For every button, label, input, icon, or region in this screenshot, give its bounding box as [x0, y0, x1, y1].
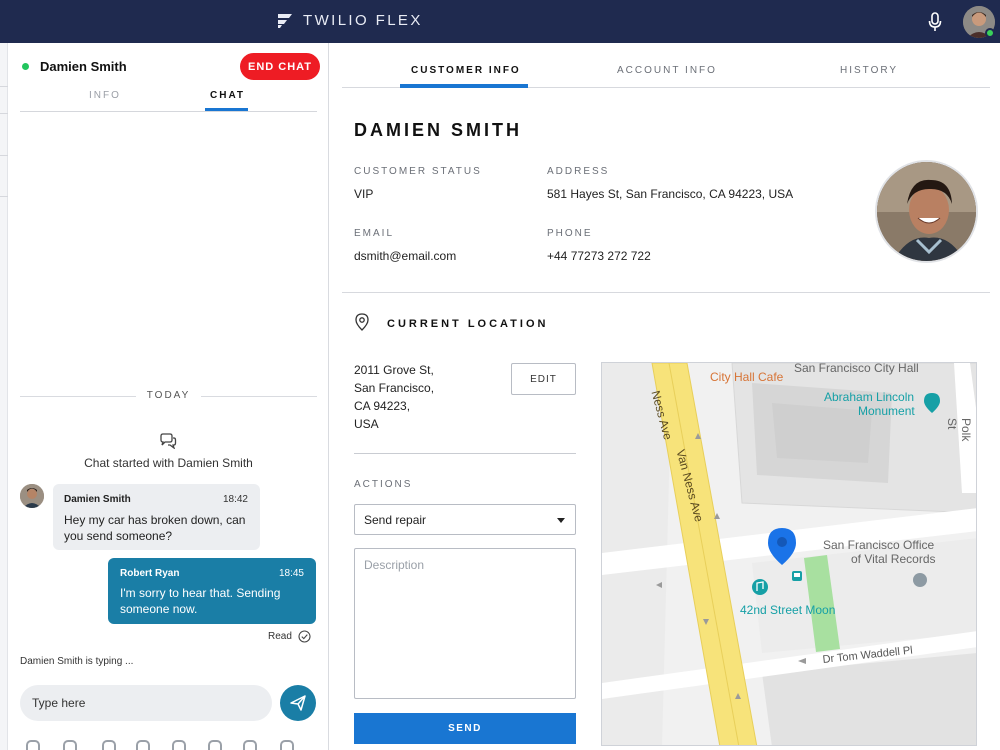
phone-value: +44 77273 272 722: [547, 249, 651, 263]
read-receipt-label: Read: [268, 631, 292, 642]
brand-name: TWILIO FLEX: [303, 12, 423, 29]
top-bar: TWILIO FLEX: [0, 0, 1000, 43]
section-divider: [354, 453, 576, 454]
online-status-dot: [22, 63, 29, 70]
list-icon[interactable]: [208, 740, 222, 750]
send-button[interactable]: SEND: [354, 713, 576, 744]
microphone-icon[interactable]: [927, 12, 943, 32]
chat-subtabs: INFO CHAT: [20, 88, 317, 112]
image-icon[interactable]: [26, 740, 40, 750]
mention-icon[interactable]: [172, 740, 186, 750]
chat-customer-name: Damien Smith: [40, 59, 127, 74]
address-line: 2011 Grove St,: [354, 363, 434, 377]
chat-header: Damien Smith END CHAT INFO CHAT: [8, 43, 329, 113]
typing-indicator: Damien Smith is typing ...: [20, 656, 134, 667]
address-value: 581 Hayes St, San Francisco, CA 94223, U…: [547, 187, 794, 201]
map-label-city-hall-cafe: City Hall Cafe: [710, 370, 784, 384]
email-value: dsmith@email.com: [354, 249, 457, 263]
tab-info[interactable]: INFO: [89, 90, 121, 101]
location-map[interactable]: City Hall Cafe San Francisco City Hall A…: [601, 362, 977, 746]
customer-photo: [875, 160, 978, 263]
location-pin-icon: [355, 313, 369, 331]
heart-icon[interactable]: [243, 740, 257, 750]
tab-account-info[interactable]: ACCOUNT INFO: [617, 65, 717, 76]
tab-history[interactable]: HISTORY: [840, 65, 898, 76]
edit-location-button[interactable]: EDIT: [511, 363, 576, 395]
message-time: 18:45: [278, 568, 304, 579]
file-icon[interactable]: [63, 740, 77, 750]
active-tab-indicator: [205, 108, 248, 111]
end-chat-button[interactable]: END CHAT: [240, 53, 320, 80]
address-line: USA: [354, 417, 379, 431]
message-author: Robert Ryan: [120, 568, 180, 579]
map-label-moon: 42nd Street Moon: [740, 603, 836, 617]
chat-started-text: Chat started with Damien Smith: [84, 456, 253, 470]
tab-customer-info[interactable]: CUSTOMER INFO: [411, 65, 521, 76]
address-label: ADDRESS: [547, 166, 610, 177]
address-line: CA 94223,: [354, 399, 411, 413]
customer-name-heading: DAMIEN SMITH: [354, 120, 522, 140]
read-check-icon: [298, 630, 311, 643]
chat-panel: Damien Smith END CHAT INFO CHAT TODAY Ch…: [8, 43, 329, 750]
chat-message-input[interactable]: Type here: [20, 685, 272, 721]
brand: TWILIO FLEX: [276, 12, 423, 29]
agent-status-dot: [985, 28, 995, 38]
map-label-polk: Polk St: [945, 418, 973, 442]
customer-status-label: CUSTOMER STATUS: [354, 166, 482, 177]
phone-label: PHONE: [547, 228, 593, 239]
message-text: I'm sorry to hear that. Sending someone …: [120, 586, 281, 616]
chevron-down-icon: [557, 518, 565, 523]
description-textarea[interactable]: Description: [354, 548, 576, 699]
actions-label: ACTIONS: [354, 479, 413, 490]
active-tab-indicator: [400, 84, 528, 88]
outgoing-message: Robert Ryan 18:45 I'm sorry to hear that…: [108, 558, 316, 624]
attachment-icon[interactable]: [102, 740, 116, 750]
customer-tabs: CUSTOMER INFO ACCOUNT INFO HISTORY: [342, 58, 990, 88]
section-divider: [342, 292, 990, 293]
map-label-vital-2: of Vital Records: [851, 552, 936, 566]
chat-toolbar: [18, 740, 318, 750]
customer-status-value: VIP: [354, 187, 374, 201]
tab-chat[interactable]: CHAT: [210, 90, 245, 101]
send-icon: [290, 695, 306, 711]
address-line: San Francisco,: [354, 381, 435, 395]
twilio-flex-logo-icon: [278, 14, 292, 28]
current-location-heading: CURRENT LOCATION: [387, 318, 549, 330]
send-message-button[interactable]: [280, 685, 316, 721]
day-divider-label: TODAY: [136, 390, 201, 401]
customer-info-panel: CUSTOMER INFO ACCOUNT INFO HISTORY DAMIE…: [330, 43, 1000, 750]
message-time: 18:42: [222, 494, 248, 505]
left-nav-strip: [0, 43, 8, 750]
emoji-icon[interactable]: [136, 740, 150, 750]
map-label-vital-1: San Francisco Office: [823, 538, 935, 552]
customer-avatar: [20, 484, 44, 508]
chat-bubbles-icon: [160, 433, 177, 449]
message-author: Damien Smith: [64, 494, 131, 505]
map-label-sf-city-hall: San Francisco City Hall: [794, 362, 919, 375]
incoming-message: Damien Smith 18:42 Hey my car has broken…: [53, 484, 260, 550]
email-label: EMAIL: [354, 228, 395, 239]
day-divider: TODAY: [20, 389, 317, 403]
action-select-value: Send repair: [364, 512, 427, 527]
action-select[interactable]: Send repair: [354, 504, 576, 535]
message-text: Hey my car has broken down, can you send…: [64, 513, 246, 543]
more-icon[interactable]: [280, 740, 294, 750]
location-address: 2011 Grove St, San Francisco, CA 94223, …: [354, 361, 484, 433]
map-label-lincoln-1: Abraham Lincoln: [824, 390, 915, 404]
map-label-lincoln-2: Monument: [858, 404, 915, 418]
